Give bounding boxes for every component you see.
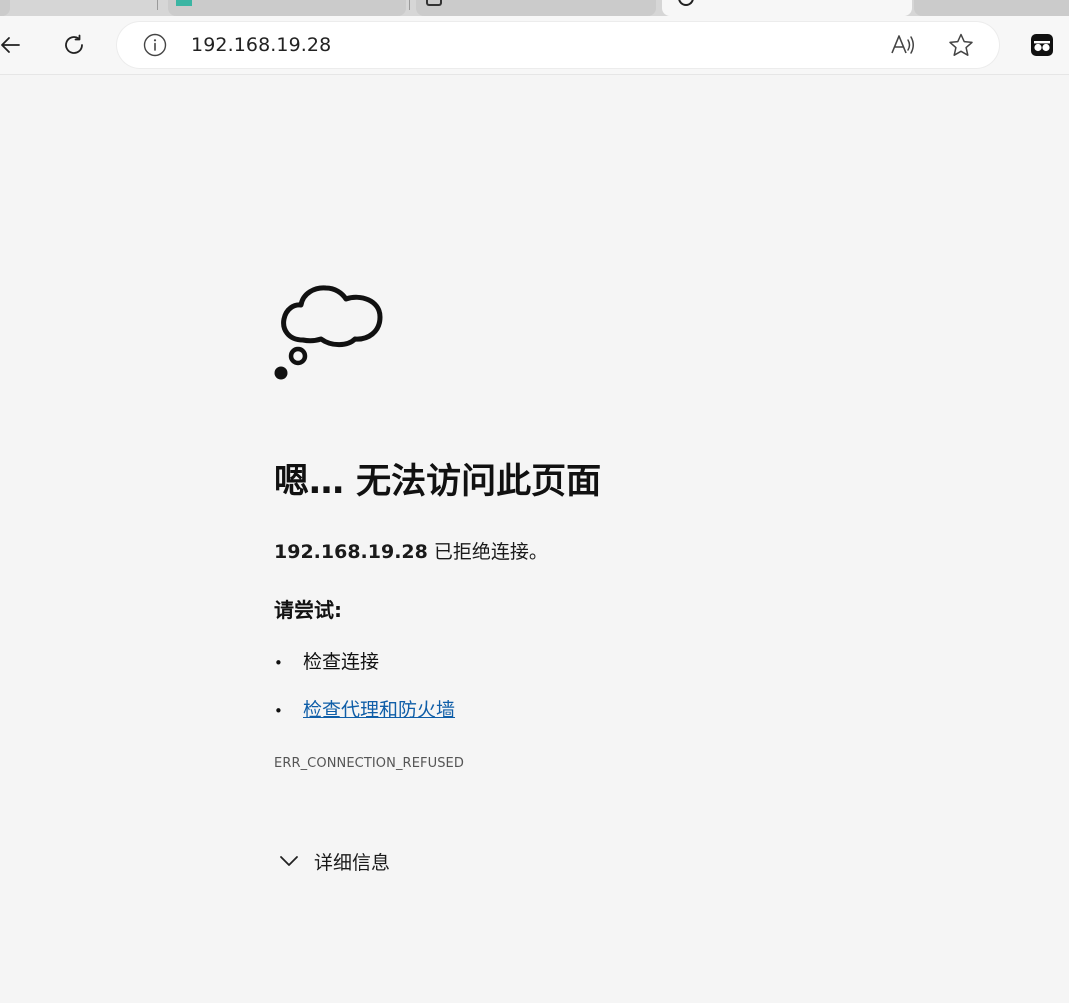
tab[interactable]: [168, 0, 406, 16]
read-aloud-button[interactable]: [889, 32, 917, 58]
site-info-button[interactable]: [143, 33, 167, 57]
chevron-down-icon: [280, 856, 298, 866]
suggestion-item: • 检查代理和防火墙: [274, 695, 455, 722]
error-title: 嗯… 无法访问此页面: [274, 462, 602, 502]
browser-toolbar: 192.168.19.28: [0, 16, 1069, 75]
bullet: •: [274, 702, 283, 720]
url-text[interactable]: 192.168.19.28: [191, 34, 331, 56]
bullet: •: [274, 654, 283, 672]
error-code: ERR_CONNECTION_REFUSED: [274, 756, 464, 771]
tab-strip: [0, 0, 1069, 16]
suggestion-check-proxy-firewall-link[interactable]: 检查代理和防火墙: [303, 699, 455, 721]
try-heading: 请尝试:: [274, 598, 342, 622]
thought-cloud-icon: [274, 285, 383, 380]
page-content: 嗯… 无法访问此页面 192.168.19.28 已拒绝连接。 请尝试: • 检查…: [0, 75, 1069, 1003]
refresh-icon: [65, 34, 83, 54]
refresh-button[interactable]: [56, 27, 92, 63]
tab-favicon-icon: [426, 0, 442, 6]
error-message: 192.168.19.28 已拒绝连接。: [274, 537, 548, 564]
tab[interactable]: [0, 0, 10, 16]
tab-separator: [409, 0, 410, 10]
error-host: 192.168.19.28: [274, 541, 428, 563]
tab-favicon-icon: [678, 0, 694, 6]
address-bar[interactable]: 192.168.19.28: [117, 22, 999, 68]
tab-separator: [157, 0, 158, 10]
extension-icon: [1031, 34, 1053, 56]
tab[interactable]: [914, 0, 1069, 16]
details-label: 详细信息: [314, 851, 391, 874]
favorite-button[interactable]: [947, 32, 975, 58]
site-info-icon: [143, 33, 167, 57]
suggestion-item: • 检查连接: [274, 647, 379, 674]
tab-favicon-icon: [176, 0, 192, 6]
extension-button[interactable]: [1024, 27, 1060, 63]
read-aloud-icon: [891, 35, 914, 54]
back-button[interactable]: [0, 27, 28, 63]
tab[interactable]: [416, 0, 656, 16]
suggestion-check-connection: 检查连接: [303, 651, 380, 673]
error-message-suffix: 已拒绝连接。: [427, 541, 548, 563]
favorite-star-icon: [949, 33, 973, 56]
tab-active[interactable]: [662, 0, 912, 16]
back-arrow-icon: [1, 37, 20, 53]
details-toggle[interactable]: 详细信息: [278, 845, 390, 877]
